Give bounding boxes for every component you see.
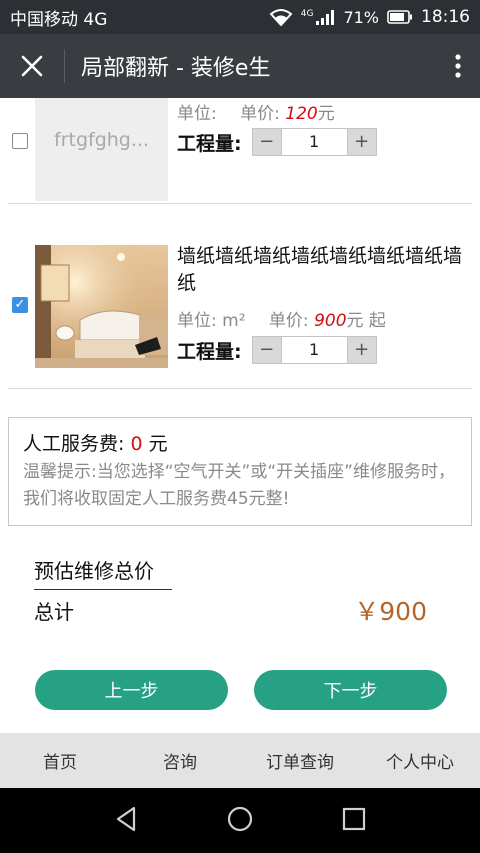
item-price-row: 单位: m² 单价: 900元 起 [177,306,386,331]
tab-consult[interactable]: 咨询 [120,733,240,788]
labor-fee-tip: 温馨提示:当您选择“空气开关”或“开关插座”维修服务时，我们将收取固定人工服务费… [23,462,455,509]
total-label: 总计 [34,600,74,624]
clock: 18:16 [421,7,470,27]
labor-fee-unit: 元 [148,433,168,455]
unit-value: m² [222,311,246,331]
item-name: 墙纸墙纸墙纸墙纸墙纸墙纸墙纸墙纸 [177,245,463,294]
item-price-row: 单位: 单价: 120元 [177,99,335,124]
close-button[interactable] [0,34,64,98]
estimate-title: 预估维修总价 [34,555,172,590]
title-bar: 局部翻新 - 装修e生 [0,34,480,98]
page-title: 局部翻新 - 装修e生 [81,56,271,81]
service-item: frtgfghg... frtgfghghjhgjhj 单位: 单价: 120元… [8,98,472,204]
tab-order-query[interactable]: 订单查询 [240,733,360,788]
tab-personal-center[interactable]: 个人中心 [360,733,480,788]
quantity-input[interactable]: 1 [280,129,348,155]
wifi-icon [269,9,293,26]
labor-fee-line: 人工服务费: 0 元 [23,429,457,456]
close-icon [21,55,43,77]
next-step-button[interactable]: 下一步 [254,670,447,710]
price-value: 900 [314,311,347,331]
quantity-stepper: − 1 + [251,128,377,156]
signal-icon [316,10,335,25]
quantity-label: 工程量: [177,132,242,155]
price-label: 单价: [240,104,280,124]
item-image-alt-text: frtgfghg... [54,128,149,151]
unit-label: 单位: [177,311,217,331]
total-value: ￥900 [354,597,427,626]
labor-fee-box: 人工服务费: 0 元 温馨提示:当您选择“空气开关”或“开关插座”维修服务时，我… [8,417,472,526]
battery-percent: 71% [343,7,379,27]
increase-quantity-button[interactable]: + [347,129,376,155]
bottom-tab-bar: 首页 咨询 订单查询 个人中心 [0,733,480,788]
recents-square-icon [342,807,365,830]
previous-step-button[interactable]: 上一步 [35,670,228,710]
back-triangle-icon [117,806,136,831]
price-suffix: 元 [317,104,335,124]
status-icons: 4G 71% 18:16 [269,7,470,27]
unit-label: 单位: [177,104,217,124]
decrease-quantity-button[interactable]: − [252,337,281,363]
price-label: 单价: [268,311,309,331]
decrease-quantity-button[interactable]: − [252,129,281,155]
quantity-row: 工程量: − 1 + [177,128,377,156]
service-item: ✓ 墙纸墙纸墙纸墙纸墙纸墙纸墙纸墙纸 单位: m² 单价: 900元 起 工程量… [8,225,472,389]
labor-fee-value: 0 [130,433,143,455]
quantity-label: 工程量: [177,340,242,363]
status-bar: 中国移动 4G 4G 71% 18:16 [0,0,480,34]
network-type-label: 4G [300,9,314,19]
item-image-bathroom [35,245,168,368]
more-options-button[interactable] [436,34,480,98]
quantity-row: 工程量: − 1 + [177,336,377,364]
item-checkbox[interactable] [12,133,28,149]
title-divider [64,49,65,83]
quantity-stepper: − 1 + [251,336,377,364]
order-content: frtgfghg... frtgfghghjhgjhj 单位: 单价: 120元… [0,98,480,733]
tab-home[interactable]: 首页 [0,733,120,788]
carrier-label: 中国移动 4G [10,9,108,30]
increase-quantity-button[interactable]: + [347,337,376,363]
recents-nav-button[interactable] [342,807,366,835]
home-nav-button[interactable] [227,806,253,836]
item-checkbox-checked[interactable]: ✓ [12,297,28,313]
price-value: 120 [285,104,318,124]
bathroom-photo [35,245,168,368]
item-image-placeholder: frtgfghg... [35,98,168,201]
more-vertical-icon [455,54,461,78]
back-nav-button[interactable] [114,806,138,836]
labor-fee-label: 人工服务费: [23,433,125,455]
quantity-input[interactable]: 1 [280,337,348,363]
price-suffix: 元 起 [346,311,386,331]
home-circle-icon [227,806,253,831]
battery-icon [387,10,412,24]
system-nav-bar [0,788,480,853]
